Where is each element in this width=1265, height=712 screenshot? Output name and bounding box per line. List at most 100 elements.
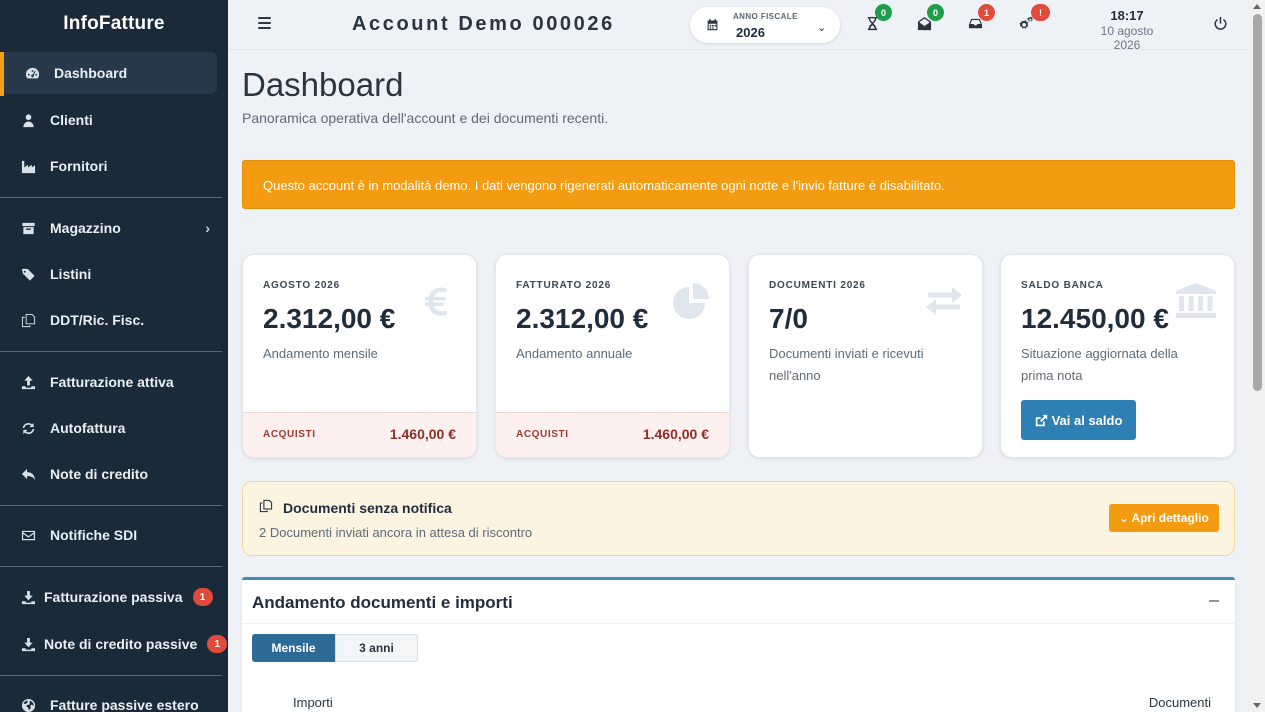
sidebar-item-fatturazione-attiva[interactable]: Fatturazione attiva [0, 361, 228, 403]
card-description: Andamento mensile [263, 346, 378, 361]
card-description: Documenti inviati e ricevuti nell'anno [769, 346, 924, 383]
panel-title: Andamento documenti e importi [252, 593, 513, 612]
notification-subtitle: 2 Documenti inviati ancora in attesa di … [259, 525, 533, 540]
sidebar-item-fatture-passive-estero[interactable]: Fatture passive estero [0, 684, 228, 712]
card-value: 2.312,00 € [516, 303, 649, 334]
fiscal-year-value: 2026 [736, 25, 765, 40]
footer-label: ACQUISTI [516, 429, 569, 440]
fiscal-year-select[interactable]: ANNO FISCALE 2026 ⌄ [690, 7, 840, 43]
download-icon [20, 636, 36, 652]
dashboard-icon [24, 65, 40, 81]
tab-mensile[interactable]: Mensile [252, 634, 335, 662]
sidebar-item-label: Magazzino [50, 220, 121, 236]
demo-alert: Questo account è in modalità demo. I dat… [242, 160, 1235, 209]
upload-icon [20, 374, 36, 390]
scrollbar-thumb[interactable] [1253, 14, 1262, 391]
sidebar-item-ddt[interactable]: DDT/Ric. Fisc. [0, 299, 228, 341]
button-label: Vai al saldo [1051, 412, 1123, 428]
chevron-right-icon: › [205, 220, 210, 236]
fiscal-year-label: ANNO FISCALE [733, 12, 798, 21]
sidebar-item-label: Fatturazione attiva [50, 374, 174, 390]
sidebar-item-label: Fatturazione passiva [44, 589, 183, 605]
archive-icon [20, 220, 36, 236]
tab-3-anni[interactable]: 3 anni [335, 634, 418, 662]
card-value: 2.312,00 € [263, 303, 396, 334]
count-badge: 1 [207, 635, 228, 653]
sidebar-item-autofattura[interactable]: Autofattura [0, 407, 228, 449]
axis-label-left: Importi [293, 695, 333, 710]
sidebar-item-label: Fatture passive estero [50, 697, 199, 712]
vai-al-saldo-button[interactable]: Vai al saldo [1021, 400, 1136, 440]
envelope-icon [20, 527, 36, 543]
factory-icon [20, 158, 36, 174]
sidebar-item-fatturazione-passiva[interactable]: Fatturazione passiva 1 [0, 576, 228, 618]
card-value: 7/0 [769, 303, 808, 334]
brand-logo[interactable]: InfoFatture [0, 0, 228, 48]
sidebar-divider [0, 351, 222, 352]
sidebar-item-label: Listini [50, 266, 92, 282]
axis-label-right: Documenti [1148, 695, 1211, 710]
chevron-down-icon: ⌄ [1119, 512, 1129, 525]
sidebar-item-label: Notifiche SDI [50, 527, 138, 543]
clock: 18:17 10 agosto 2026 [1087, 8, 1167, 52]
button-label: Apri dettaglio [1131, 511, 1209, 525]
sidebar-divider [0, 505, 222, 506]
sidebar-divider [0, 566, 222, 567]
stat-card-bank: SALDO BANCA 12.450,00 € Situazione aggio… [1000, 254, 1235, 458]
card-description: Andamento annuale [516, 346, 633, 361]
sidebar-item-notifiche-sdi[interactable]: Notifiche SDI [0, 514, 228, 556]
card-footer: ACQUISTI 1.460,00 € [243, 412, 476, 457]
hourglass-icon[interactable]: 0 [865, 4, 892, 32]
inbox-icon[interactable]: 1 [968, 4, 995, 32]
sidebar-item-label: Autofattura [50, 420, 126, 436]
sidebar-divider [0, 197, 222, 198]
stat-card-documents: DOCUMENTI 2026 7/0 Documenti inviati e r… [748, 254, 983, 458]
scroll-up-icon[interactable] [1253, 4, 1261, 9]
card-label: SALDO BANCA [1021, 280, 1104, 291]
sidebar-item-label: Dashboard [54, 65, 128, 81]
sidebar-divider [0, 675, 222, 676]
sidebar-item-label: Fornitori [50, 158, 108, 174]
sidebar-item-label: Note di credito passive [44, 636, 198, 652]
chevron-down-icon: ⌄ [817, 22, 827, 34]
footer-value: 1.460,00 € [642, 426, 709, 442]
page-scrollbar[interactable] [1250, 0, 1265, 712]
sidebar-item-dashboard[interactable]: Dashboard [0, 52, 217, 96]
sidebar-item-listini[interactable]: Listini [0, 253, 228, 295]
sidebar-item-note-di-credito-passive[interactable]: Note di credito passive 1 [0, 623, 228, 665]
apri-dettaglio-button[interactable]: ⌄ Apri dettaglio [1109, 504, 1219, 532]
sidebar-item-label: Clienti [50, 112, 93, 128]
menu-toggle-icon[interactable] [258, 17, 271, 29]
minimize-icon[interactable] [1209, 600, 1219, 602]
sidebar-item-label: Note di credito [50, 466, 149, 482]
power-icon[interactable] [1213, 16, 1229, 32]
account-title: Account Demo 000026 [352, 13, 615, 35]
exchange-icon [922, 281, 966, 321]
card-description: Situazione aggiornata della prima nota [1021, 346, 1178, 383]
copy-icon [259, 499, 273, 513]
euro-icon [416, 281, 460, 321]
sidebar: InfoFatture Dashboard Clienti Fornitori … [0, 0, 228, 712]
sidebar-item-clienti[interactable]: Clienti [0, 99, 228, 141]
footer-value: 1.460,00 € [389, 426, 456, 442]
gears-icon[interactable]: ! [1019, 4, 1050, 32]
documents-notification: Documenti senza notifica 2 Documenti inv… [242, 481, 1235, 556]
sidebar-item-note-di-credito[interactable]: Note di credito [0, 453, 228, 495]
sidebar-item-fornitori[interactable]: Fornitori [0, 145, 228, 187]
mail-open-icon[interactable]: 0 [917, 4, 944, 32]
external-link-icon [1035, 414, 1047, 426]
stat-card-year: FATTURATO 2026 2.312,00 € Andamento annu… [495, 254, 730, 458]
scroll-down-icon[interactable] [1253, 703, 1261, 708]
footer-label: ACQUISTI [263, 429, 316, 440]
notification-badge: 1 [978, 4, 995, 21]
card-footer: ACQUISTI 1.460,00 € [496, 412, 729, 457]
chart-panel: Andamento documenti e importi Mensile 3 … [242, 577, 1235, 712]
stat-card-month: AGOSTO 2026 2.312,00 € Andamento mensile… [242, 254, 477, 458]
notification-title: Documenti senza notifica [283, 500, 452, 516]
notification-badge: ! [1031, 4, 1050, 21]
globe-icon [20, 697, 36, 712]
tags-icon [20, 266, 36, 282]
notification-badge: 0 [875, 4, 892, 21]
sidebar-item-magazzino[interactable]: Magazzino › [0, 207, 228, 249]
panel-header: Andamento documenti e importi [242, 580, 1235, 624]
